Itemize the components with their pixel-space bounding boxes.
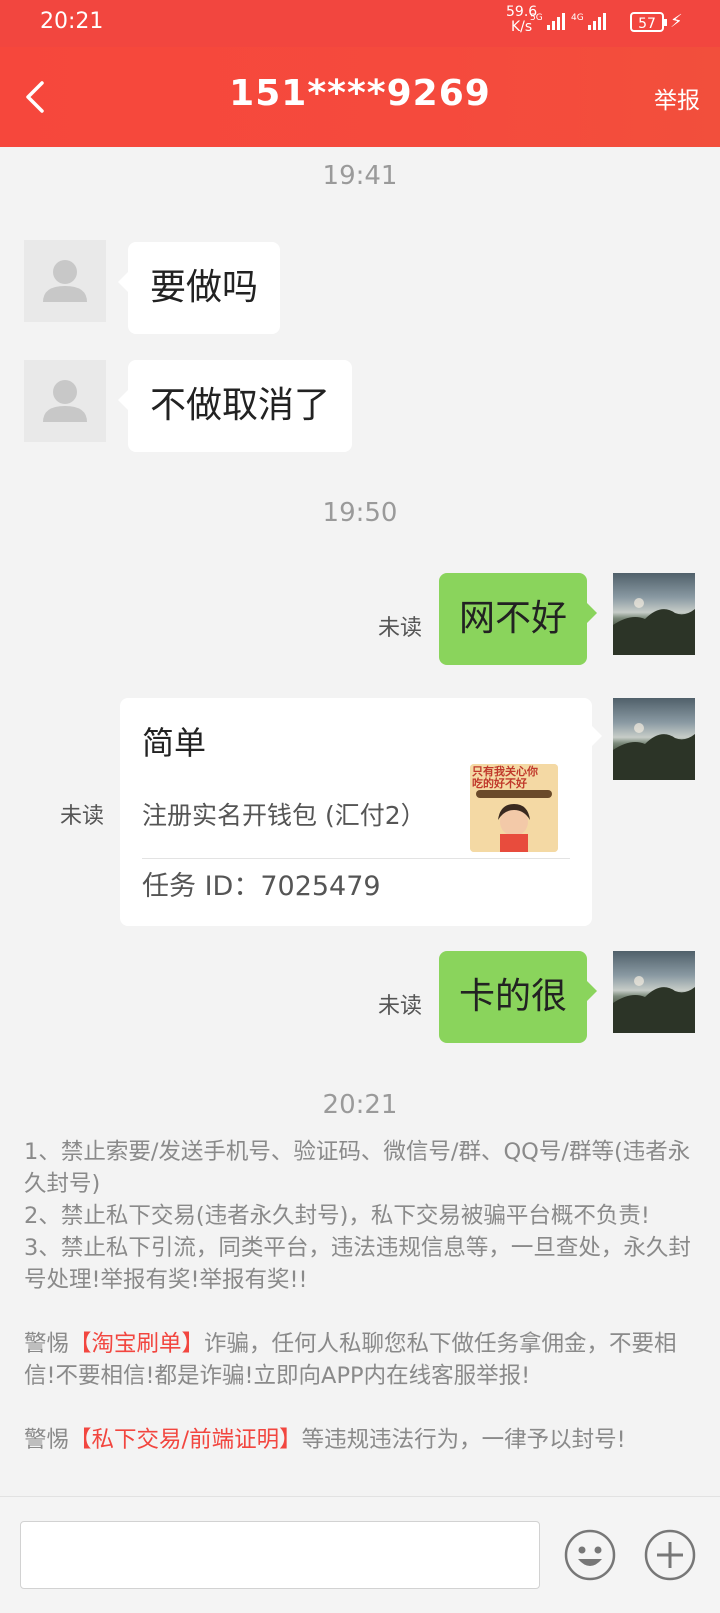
my-avatar[interactable]: [613, 573, 695, 655]
task-card[interactable]: 简单 注册实名开钱包 (汇付2） 只有我关心你 吃的好不好 任务 ID：7025…: [120, 698, 602, 926]
task-id: 任务 ID：7025479: [142, 871, 381, 902]
avatar[interactable]: [24, 360, 106, 442]
unread-status: 未读: [378, 994, 423, 1019]
charging-icon: ⚡: [670, 11, 683, 32]
rule-2: 2、禁止私下交易(违者永久封号)，私下交易被骗平台概不负责!: [24, 1203, 650, 1229]
avatar[interactable]: [24, 240, 106, 322]
warning-2: 警惕【私下交易/前端证明】等违规违法行为，一律予以封号!: [24, 1427, 626, 1453]
task-thumbnail: 只有我关心你 吃的好不好: [470, 764, 558, 852]
chat-timestamp: 20:21: [322, 1090, 398, 1120]
status-time: 20:21: [40, 9, 104, 34]
divider: [142, 858, 570, 859]
message-bubble[interactable]: 不做取消了: [117, 360, 353, 452]
landscape-photo: [613, 598, 695, 655]
message-bubble[interactable]: 卡的很: [439, 951, 598, 1043]
message-bubble[interactable]: 网不好: [439, 573, 598, 665]
landscape-photo: [613, 976, 695, 1033]
report-button[interactable]: 举报: [654, 81, 700, 115]
battery-icon: 57: [630, 12, 667, 32]
chat-header: 151****9269 举报: [0, 47, 720, 147]
thumb-caption: 只有我关心你 吃的好不好: [472, 765, 538, 790]
unread-status: 未读: [60, 804, 105, 829]
signal-5g-icon: 5G: [530, 13, 565, 30]
landscape-photo: [613, 723, 695, 780]
page-title: 151****9269: [229, 73, 491, 114]
rule-1: 1、禁止索要/发送手机号、验证码、微信号/群、QQ号/群等(违者永久封号): [24, 1139, 691, 1197]
status-bar: 20:21 59.6 K/s 5G 4G 57 ⚡: [0, 0, 720, 47]
platform-rules-notice: 1、禁止索要/发送手机号、验证码、微信号/群、QQ号/群等(违者永久封号) 2、…: [24, 1136, 704, 1456]
emoji-icon[interactable]: [564, 1529, 616, 1581]
plus-icon[interactable]: [644, 1529, 696, 1581]
message-input[interactable]: [20, 1521, 540, 1589]
composer-bar: [0, 1496, 720, 1613]
chat-timestamp: 19:41: [322, 161, 398, 191]
task-title: 简单: [142, 724, 207, 762]
my-avatar[interactable]: [613, 951, 695, 1033]
message-bubble[interactable]: 要做吗: [117, 242, 281, 334]
unread-status: 未读: [378, 616, 423, 641]
default-user-icon: [43, 380, 87, 422]
rule-3: 3、禁止私下引流，同类平台，违法违规信息等，一旦查处，永久封号处理!举报有奖!举…: [24, 1235, 691, 1293]
my-avatar[interactable]: [613, 698, 695, 780]
chat-timestamp: 19:50: [322, 498, 398, 528]
default-user-icon: [43, 260, 87, 302]
signal-4g-icon: 4G: [571, 13, 606, 30]
task-description: 注册实名开钱包 (汇付2）: [142, 801, 426, 830]
warning-1: 警惕【淘宝刷单】诈骗，任何人私聊您私下做任务拿佣金，不要相信!不要相信!都是诈骗…: [24, 1331, 677, 1389]
